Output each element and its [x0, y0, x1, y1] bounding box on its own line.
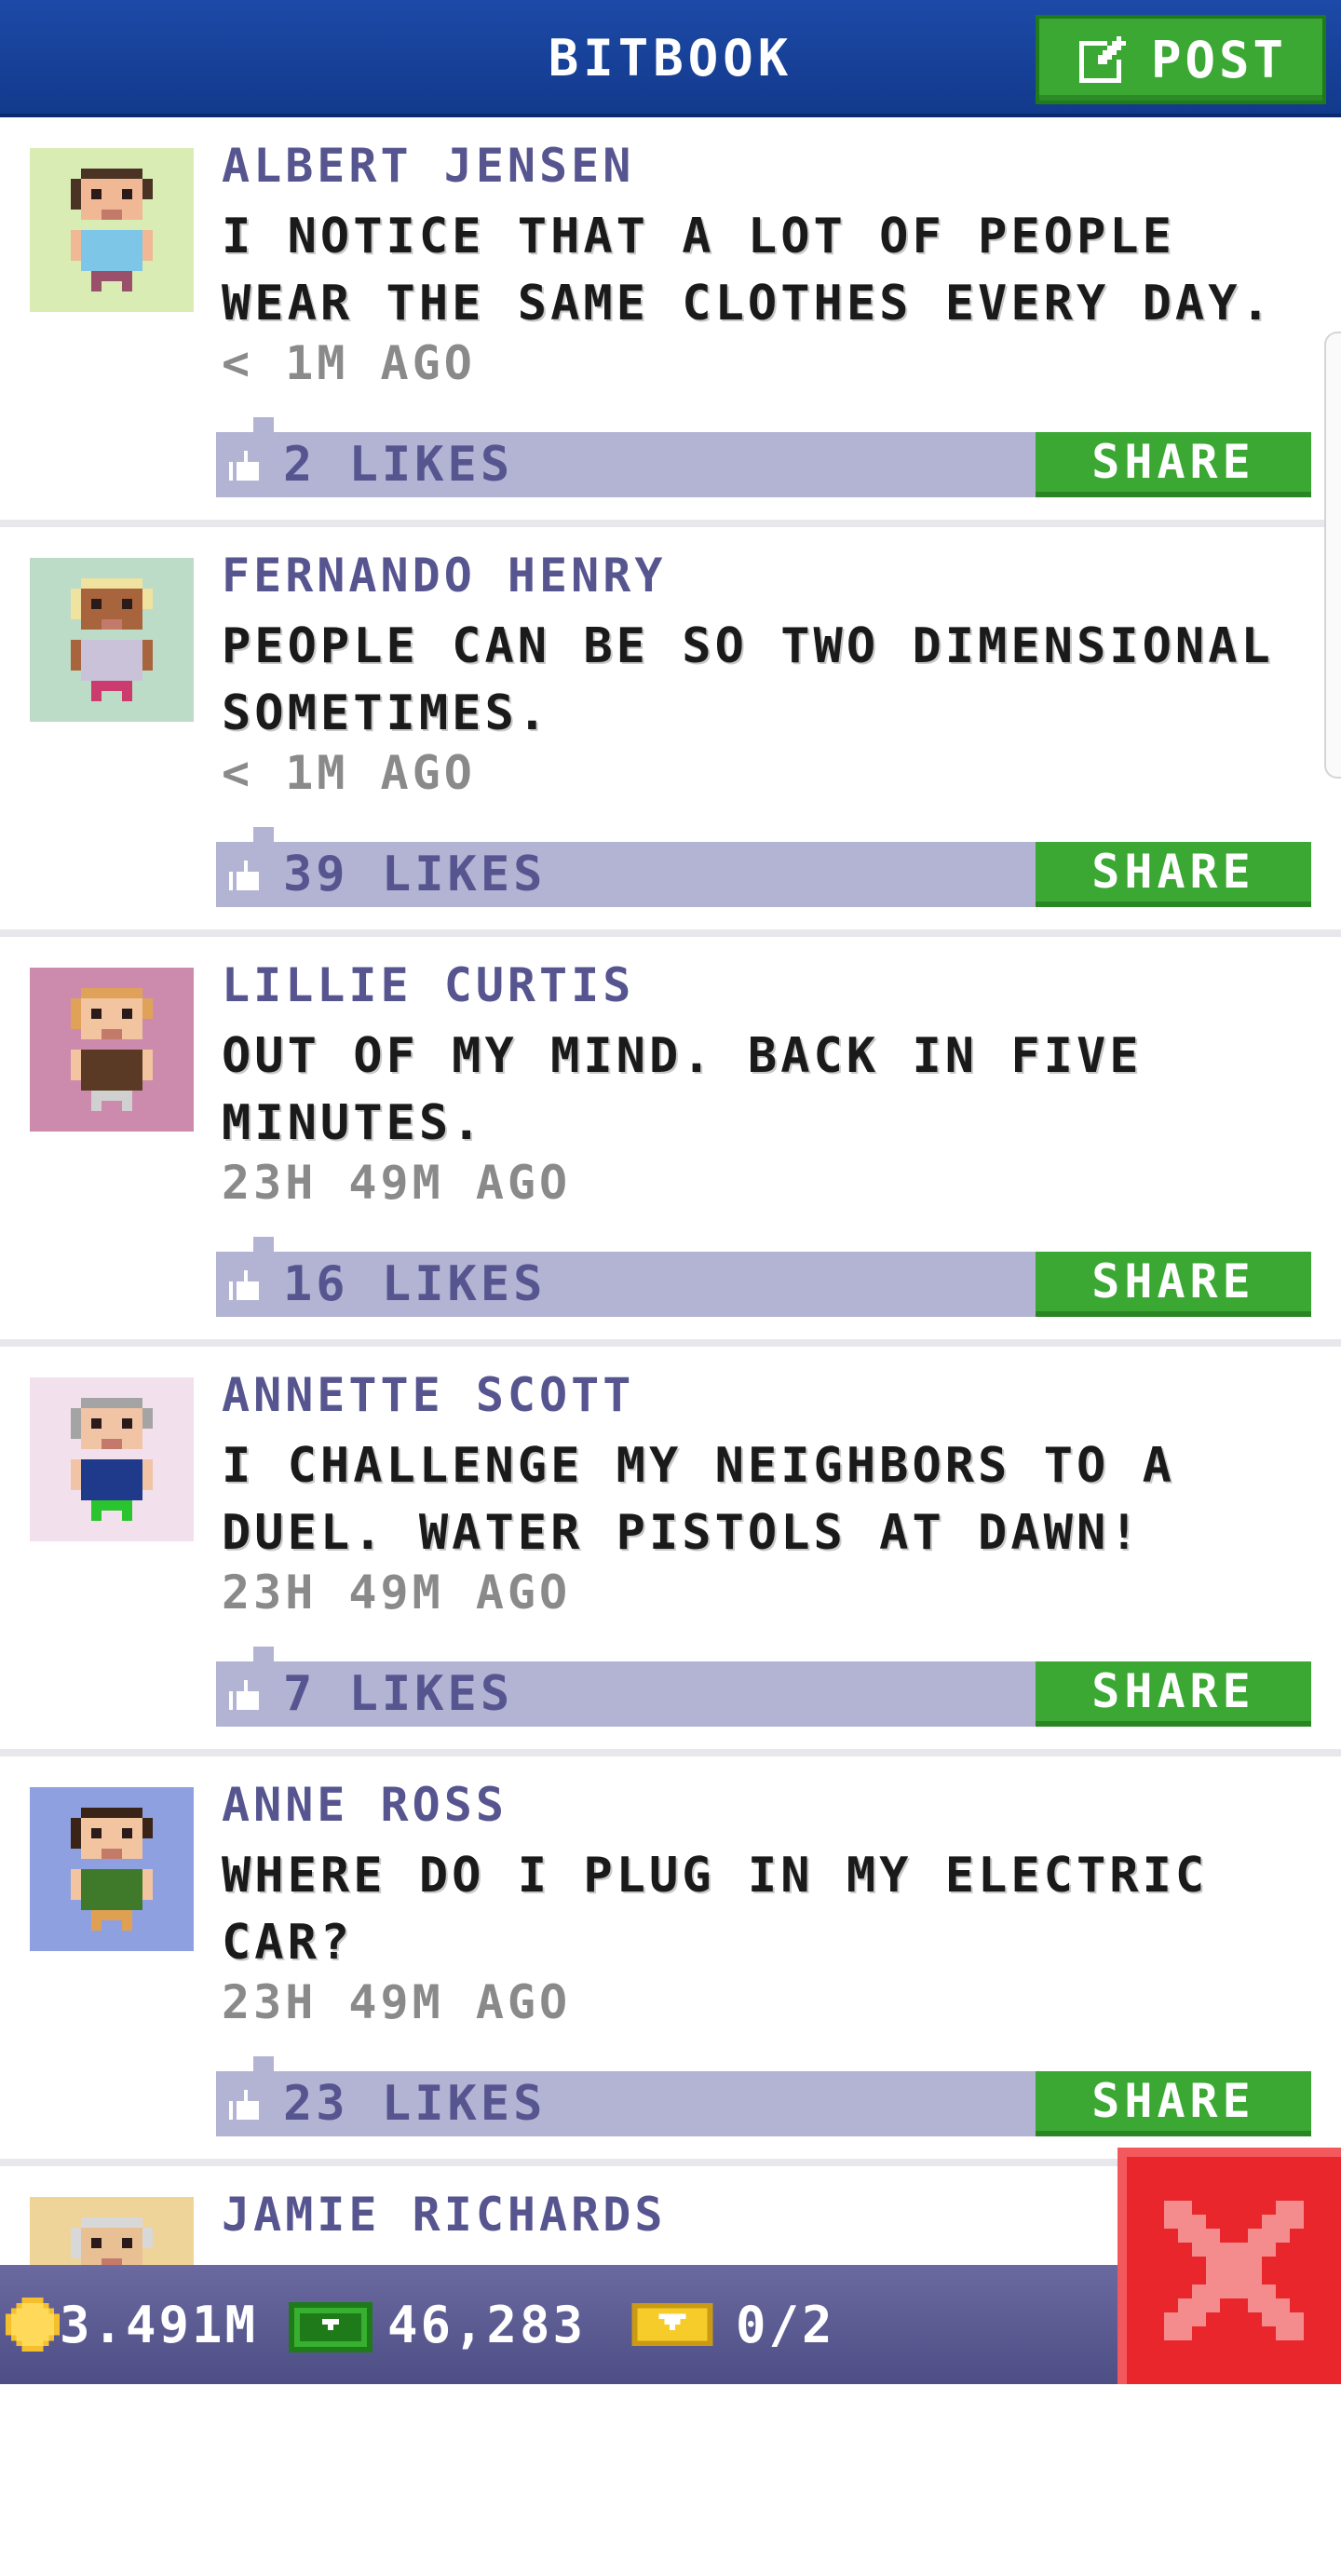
- post-button[interactable]: POST: [1036, 15, 1326, 104]
- bitizen-avatar-icon: [30, 148, 194, 312]
- post-button-label: POST: [1150, 30, 1288, 89]
- post-author: FERNANDO HENRY: [222, 549, 667, 603]
- share-button[interactable]: SHARE: [1036, 1252, 1311, 1317]
- golden-ticket-icon: [631, 2302, 713, 2347]
- post-content: WHERE DO I PLUG IN MY ELECTRIC CAR?: [222, 1848, 1209, 1971]
- like-tab: [253, 1647, 274, 1661]
- post-author: ANNETTE SCOTT: [222, 1368, 635, 1422]
- compose-icon: [1078, 36, 1126, 83]
- share-button[interactable]: SHARE: [1036, 2071, 1311, 2136]
- post-content: PEOPLE CAN BE SO TWO DIMENSIONAL SOMETIM…: [222, 618, 1274, 741]
- post-timestamp: < 1M AGO: [222, 336, 476, 390]
- like-tab: [253, 827, 274, 842]
- likes-count: 16 LIKES: [283, 1256, 547, 1312]
- post-content: OUT OF MY MIND. BACK IN FIVE MINUTES.: [222, 1028, 1143, 1151]
- close-icon: [1164, 2201, 1304, 2340]
- feed-post: LILLIE CURTIS OUT OF MY MIND. BACK IN FI…: [0, 937, 1341, 1347]
- likes-count: 7 LIKES: [283, 1666, 514, 1722]
- post-content: I CHALLENGE MY NEIGHBORS TO A DUEL. WATE…: [222, 1438, 1175, 1561]
- bitizen-avatar-icon: [30, 1377, 194, 1541]
- avatar[interactable]: [30, 148, 194, 312]
- thumbs-up-icon: [229, 861, 259, 890]
- avatar[interactable]: [30, 968, 194, 1132]
- tickets-value: 0/2: [736, 2295, 835, 2354]
- post-author: ANNE ROSS: [222, 1778, 508, 1832]
- post-author: LILLIE CURTIS: [222, 958, 635, 1012]
- app-header: BITBOOK POST: [0, 0, 1341, 117]
- feed-post: FERNANDO HENRY PEOPLE CAN BE SO TWO DIME…: [0, 527, 1341, 937]
- avatar[interactable]: [30, 558, 194, 722]
- post-timestamp: 23H 49M AGO: [222, 1975, 572, 2029]
- feed-post: ANNETTE SCOTT I CHALLENGE MY NEIGHBORS T…: [0, 1347, 1341, 1756]
- like-tab: [253, 417, 274, 432]
- bitizen-avatar-icon: [30, 558, 194, 722]
- thumbs-up-icon: [229, 2090, 259, 2120]
- avatar[interactable]: [30, 1377, 194, 1541]
- bitizen-avatar-icon: [30, 968, 194, 1132]
- coins-value: 3.491M: [60, 2295, 259, 2354]
- coins-stat: 3.491M: [6, 2265, 258, 2384]
- likes-count: 2 LIKES: [283, 437, 514, 493]
- thumbs-up-icon: [229, 451, 259, 481]
- likes-count: 39 LIKES: [283, 847, 547, 902]
- bitizen-avatar-icon: [30, 1787, 194, 1951]
- share-button[interactable]: SHARE: [1036, 842, 1311, 907]
- thumbs-up-icon: [229, 1680, 259, 1710]
- feed-post: ALBERT JENSEN I NOTICE THAT A LOT OF PEO…: [0, 117, 1341, 527]
- post-timestamp: 23H 49M AGO: [222, 1156, 572, 1210]
- share-button[interactable]: SHARE: [1036, 1661, 1311, 1727]
- bux-stat: 46,283: [289, 2265, 586, 2384]
- bux-icon: [289, 2302, 372, 2352]
- post-author: ALBERT JENSEN: [222, 139, 635, 193]
- tickets-stat: 0/2: [631, 2265, 835, 2384]
- like-tab: [253, 1237, 274, 1252]
- bux-value: 46,283: [387, 2295, 587, 2354]
- feed-post: ANNE ROSS WHERE DO I PLUG IN MY ELECTRIC…: [0, 1756, 1341, 2166]
- share-button[interactable]: SHARE: [1036, 432, 1311, 497]
- scroll-handle[interactable]: [1324, 332, 1341, 779]
- like-tab: [253, 2056, 274, 2071]
- likes-count: 23 LIKES: [283, 2076, 547, 2132]
- post-timestamp: < 1M AGO: [222, 746, 476, 800]
- post-author: JAMIE RICHARDS: [222, 2188, 667, 2242]
- post-content: I NOTICE THAT A LOT OF PEOPLE WEAR THE S…: [222, 209, 1274, 332]
- coin-icon: [6, 2298, 60, 2352]
- avatar[interactable]: [30, 1787, 194, 1951]
- thumbs-up-icon: [229, 1270, 259, 1300]
- close-button[interactable]: [1118, 2148, 1341, 2384]
- post-timestamp: 23H 49M AGO: [222, 1566, 572, 1620]
